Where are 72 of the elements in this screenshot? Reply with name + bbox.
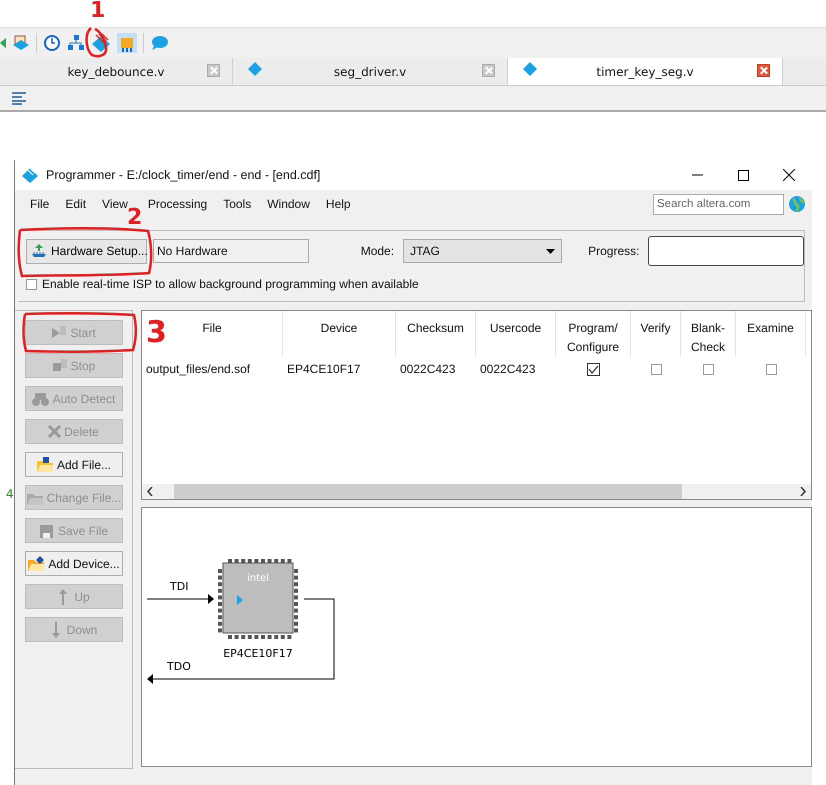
toolbar-button[interactable]: Add Device... [24, 551, 122, 576]
line-number: 4 [6, 487, 14, 501]
maximize-icon[interactable] [738, 170, 748, 180]
programmer-icon[interactable] [91, 33, 111, 53]
menu-item[interactable]: Edit [57, 197, 94, 211]
stop-icon [52, 358, 68, 372]
column-header[interactable]: Examine [736, 311, 806, 357]
column-header[interactable]: Checksum [396, 311, 476, 357]
tdi-label: TDI [170, 580, 188, 593]
floppy-icon [38, 522, 55, 538]
checkbox[interactable] [766, 364, 776, 374]
speech-bubble-icon[interactable] [150, 35, 168, 51]
column-header[interactable]: Program/ Configure [556, 311, 631, 357]
chip-label: EP4CE10F17 [223, 647, 293, 660]
hardware-field: No Hardware [153, 239, 309, 263]
folder-icon [27, 556, 46, 572]
checkbox[interactable] [587, 362, 600, 376]
scroll-left-icon[interactable] [147, 487, 153, 496]
toolbar-button[interactable]: Add File... [24, 452, 122, 477]
progress-label: Progress: [588, 244, 640, 258]
app-icon [21, 166, 39, 184]
column-header[interactable]: Device [283, 311, 396, 357]
annotation-number: 2 [127, 207, 142, 229]
annotation-outline [85, 27, 108, 58]
file-tab[interactable]: seg_driver.v [233, 58, 508, 85]
table-cell-text: output_files/end.sof [145, 362, 252, 376]
arrow-icon[interactable] [0, 36, 6, 50]
window-title: Programmer - E:/clock_timer/end - end - [end.cdf] [46, 168, 322, 182]
binoculars-icon [32, 390, 50, 406]
column-header[interactable]: Verify [631, 311, 681, 357]
clock-icon[interactable] [43, 34, 61, 52]
tdo-label: TDO [167, 660, 191, 673]
checkbox[interactable] [26, 278, 37, 290]
delete-icon [48, 425, 62, 438]
menu-item[interactable]: File [22, 197, 58, 211]
chip-drawing[interactable] [218, 559, 298, 639]
globe-icon[interactable] [788, 195, 806, 213]
column-header[interactable]: Usercode [476, 311, 556, 357]
caret-icon [546, 248, 556, 254]
table-cell-text: 0022C423 [479, 362, 536, 376]
annotation-number: 3 [146, 318, 167, 348]
folder-icon [36, 456, 54, 472]
play-icon [51, 326, 68, 340]
document-icon[interactable] [12, 34, 30, 52]
file-tab[interactable]: timer_key_seg.v [508, 58, 783, 85]
hierarchy-icon[interactable] [67, 34, 85, 52]
table-cell-text: EP4CE10F17 [286, 362, 362, 376]
table-cell-text: 0022C423 [399, 362, 456, 376]
annotation-number: 1 [90, 0, 106, 22]
horizontal-scrollbar[interactable] [142, 484, 811, 499]
minimize-icon[interactable] [692, 174, 702, 176]
menu-item[interactable]: Window [259, 197, 318, 211]
checkbox[interactable] [703, 364, 714, 374]
align-icon[interactable] [12, 91, 26, 105]
chip-logo: intel [247, 573, 269, 584]
checkbox[interactable] [650, 364, 662, 374]
mode-label: Mode: [360, 244, 394, 258]
column-header[interactable]: Blank- Check [681, 311, 736, 357]
checkbox-label: Enable real-time ISP to allow background programming when available [42, 277, 419, 291]
scroll-right-icon[interactable] [800, 487, 806, 496]
mode-dropdown[interactable]: JTAG [403, 239, 562, 263]
menu-item[interactable]: Help [318, 197, 359, 211]
search-field[interactable]: Search altera.com [653, 194, 784, 214]
close-icon[interactable] [783, 169, 795, 181]
hardware-setup-button[interactable]: Hardware Setup... [26, 238, 147, 264]
file-tab[interactable]: key_debounce.v [0, 58, 233, 85]
menu-item[interactable]: Tools [215, 197, 260, 211]
file-icon [247, 61, 263, 77]
chip-icon[interactable] [117, 33, 137, 53]
hardware-icon [31, 244, 47, 258]
tdi-arrow [146, 594, 214, 604]
file-icon [522, 61, 538, 77]
